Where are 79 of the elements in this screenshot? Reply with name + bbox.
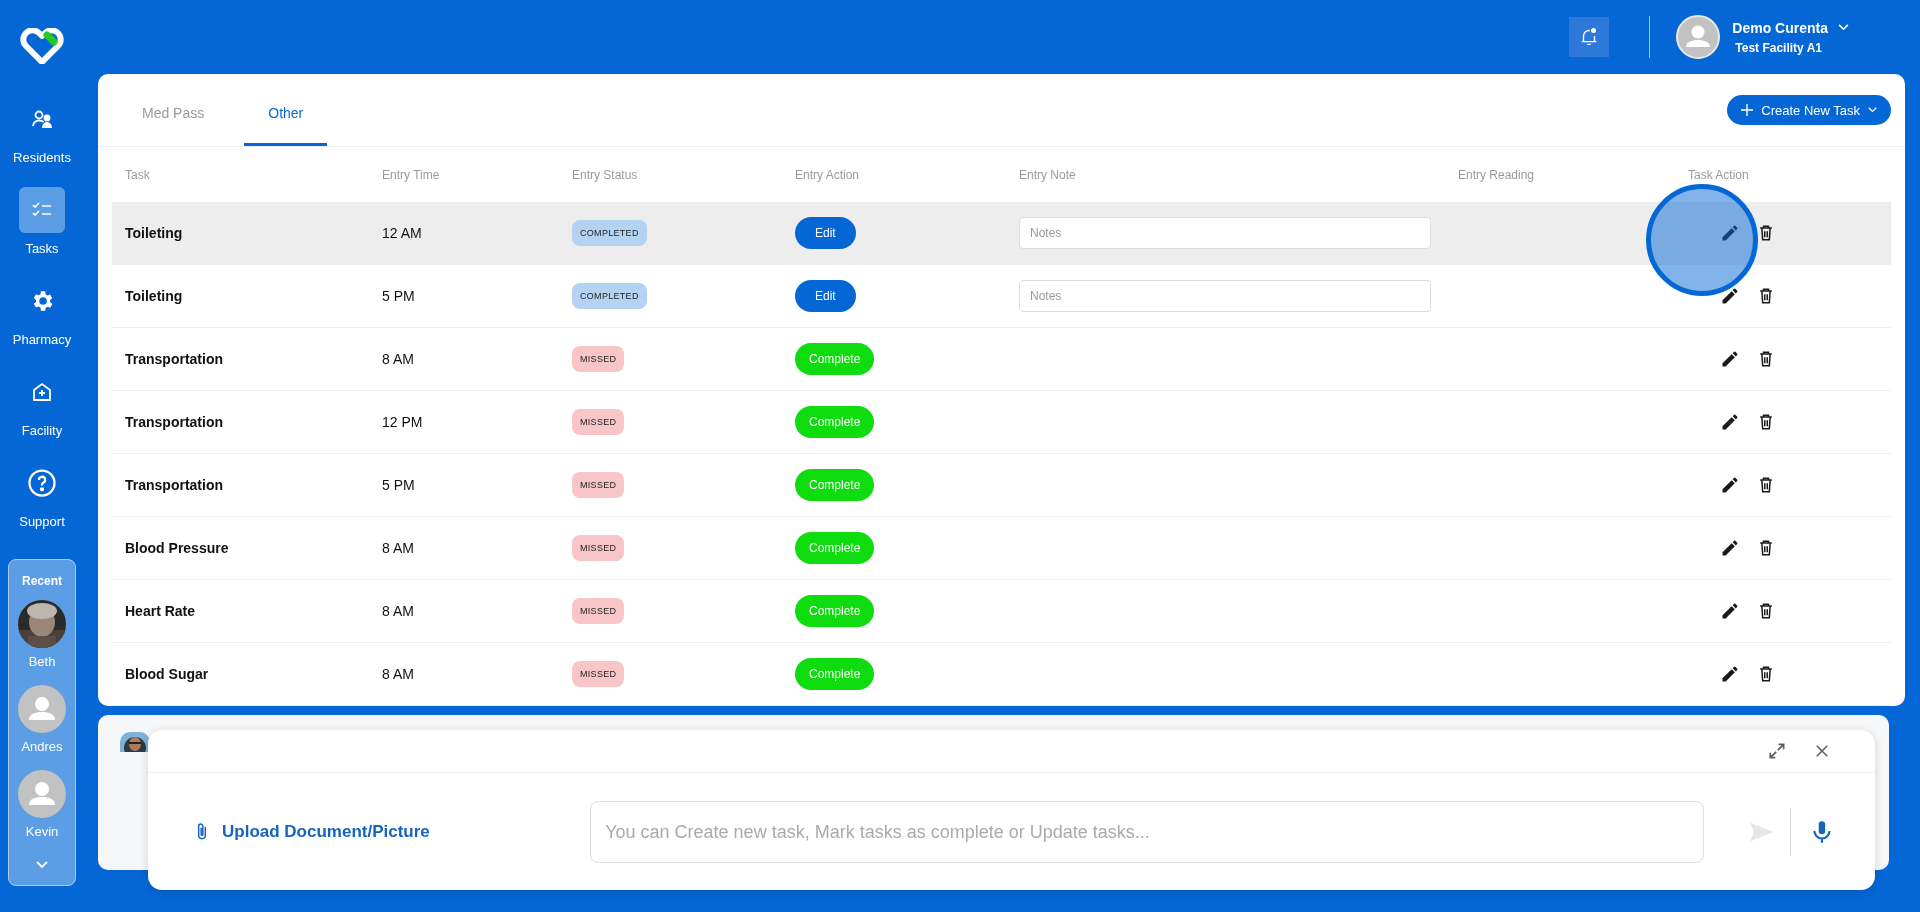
task-name: Toileting <box>124 225 184 241</box>
column-header: Task <box>124 167 151 182</box>
help-icon <box>27 468 57 498</box>
status-label: MISSED <box>572 535 625 561</box>
nav-item[interactable]: Facility <box>19 369 65 438</box>
task-name: Blood Sugar <box>124 666 210 682</box>
note-field[interactable]: Notes <box>1019 217 1431 249</box>
nav-item[interactable]: Support <box>19 460 65 529</box>
logo-icon <box>20 28 64 64</box>
status-label: MISSED <box>572 661 625 687</box>
table-row[interactable]: Transportation 8 AM MISSED Complete <box>112 328 1891 391</box>
create-task-button[interactable]: Create New Task <box>1727 95 1891 125</box>
table-row[interactable]: Toileting 5 PM COMPLETED Edit Notes <box>112 265 1891 328</box>
pencil-icon[interactable] <box>1720 601 1740 621</box>
entry-time: 12 PM <box>382 414 424 430</box>
pencil-icon[interactable] <box>1720 286 1740 306</box>
column-header: Entry Action <box>795 167 861 182</box>
avatar-icon <box>18 685 66 733</box>
pencil-icon[interactable] <box>1720 475 1740 495</box>
recent-title: Recent <box>22 574 62 588</box>
column-header: Entry Reading <box>1458 167 1536 182</box>
chevron-down-icon <box>1838 24 1849 31</box>
task-name: Transportation <box>124 414 224 430</box>
pencil-icon[interactable] <box>1720 538 1740 558</box>
task-name: Blood Pressure <box>124 540 230 556</box>
task-name: Heart Rate <box>124 603 197 619</box>
nav-item[interactable]: Residents <box>13 96 71 165</box>
task-name: Transportation <box>124 477 224 493</box>
pencil-icon[interactable] <box>1720 349 1740 369</box>
table-row[interactable]: Transportation 12 PM MISSED Complete <box>112 391 1891 454</box>
column-header: Task Action <box>1688 167 1750 182</box>
tab[interactable]: Med Pass <box>118 74 229 146</box>
pencil-icon[interactable] <box>1720 412 1740 432</box>
table-row[interactable]: Blood Pressure 8 AM MISSED Complete <box>112 517 1891 580</box>
entry-time: 8 AM <box>382 603 415 619</box>
entry-time: 8 AM <box>382 540 415 556</box>
entry-time: 5 PM <box>382 288 416 304</box>
upload-link[interactable]: Upload Document/Picture <box>192 822 591 842</box>
column-header: Entry Time <box>382 167 441 182</box>
close-icon[interactable] <box>1813 742 1831 760</box>
facility-name: Test Facility A1 <box>1734 40 1822 55</box>
status-label: COMPLETED <box>572 283 647 309</box>
recent-resident[interactable]: Andres <box>18 685 66 754</box>
entry-action-button[interactable]: Edit <box>795 217 856 249</box>
task-name: Toileting <box>124 288 184 304</box>
table-row[interactable]: Blood Sugar 8 AM MISSED Complete <box>112 643 1891 706</box>
user-name: Demo Curenta <box>1732 19 1828 36</box>
plus-icon <box>1741 104 1754 116</box>
status-label: MISSED <box>572 409 625 435</box>
entry-time: 8 AM <box>382 666 415 682</box>
table-row[interactable]: Heart Rate 8 AM MISSED Complete <box>112 580 1891 643</box>
entry-time: 5 PM <box>382 477 416 493</box>
column-header: Entry Note <box>1019 167 1077 182</box>
entry-time: 8 AM <box>382 351 415 367</box>
table-row[interactable]: Transportation 5 PM MISSED Complete <box>112 454 1891 517</box>
status-label: MISSED <box>572 346 625 372</box>
column-header: Entry Status <box>572 167 639 182</box>
chevron-down-icon[interactable] <box>36 861 48 869</box>
nav-item[interactable]: Pharmacy <box>12 278 72 347</box>
tab[interactable]: Other <box>244 74 328 146</box>
notification-button[interactable] <box>1569 17 1610 57</box>
status-label: COMPLETED <box>572 220 647 246</box>
task-name: Transportation <box>124 351 224 367</box>
pencil-icon[interactable] <box>1720 664 1740 684</box>
status-label: MISSED <box>572 598 625 624</box>
message-field[interactable]: You can Create new task, Mark tasks as complete or Update tasks... <box>590 801 1705 863</box>
status-label: MISSED <box>572 472 625 498</box>
recent-resident[interactable]: Kevin <box>18 770 66 839</box>
user-menu[interactable]: Demo Curenta Test Facility A1 <box>1676 15 1849 59</box>
recent-resident[interactable]: Beth <box>18 600 66 669</box>
note-field[interactable]: Notes <box>1019 280 1431 312</box>
entry-action-button[interactable]: Edit <box>795 280 856 312</box>
entry-time: 12 AM <box>382 225 423 241</box>
house-plus-icon <box>30 380 54 404</box>
avatar-icon <box>1676 15 1721 59</box>
table-row[interactable]: Toileting 12 AM COMPLETED Edit Notes <box>112 202 1891 265</box>
chevron-down-icon <box>1868 107 1877 113</box>
avatar-icon <box>18 770 66 818</box>
expand-icon[interactable] <box>1767 741 1787 761</box>
